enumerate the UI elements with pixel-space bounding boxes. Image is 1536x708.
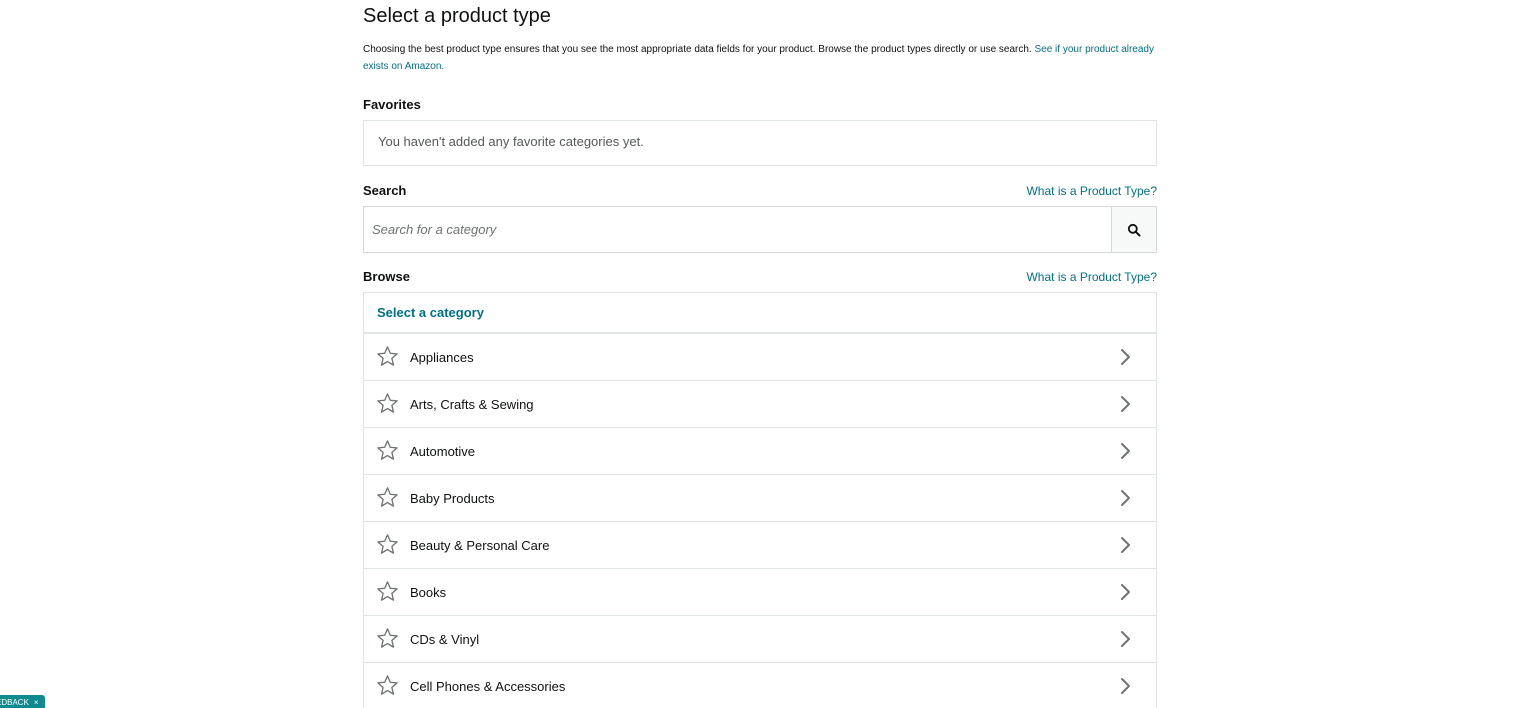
favorites-empty-text: You haven't added any favorite categorie… — [378, 134, 644, 149]
search-input[interactable] — [364, 207, 1111, 252]
browse-label: Browse — [363, 269, 410, 284]
browse-header: Select a category — [364, 293, 1156, 334]
chevron-right-icon — [1121, 584, 1130, 600]
favorite-star-icon[interactable] — [376, 345, 399, 368]
feedback-close-icon[interactable]: × — [34, 698, 39, 707]
chevron-right-icon — [1121, 678, 1130, 694]
feedback-label: EDBACK — [0, 698, 29, 707]
category-row[interactable]: Automotive — [364, 428, 1156, 475]
search-button[interactable] — [1111, 207, 1156, 252]
search-label: Search — [363, 183, 407, 198]
category-label: Automotive — [410, 444, 476, 459]
category-row[interactable]: Beauty & Personal Care — [364, 522, 1156, 569]
browse-panel: Select a category Appliances Arts, Crafts… — [363, 292, 1157, 708]
chevron-right-icon — [1121, 349, 1130, 365]
favorite-star-icon[interactable] — [376, 533, 399, 556]
product-type-page: Select a product type Choosing the best … — [0, 0, 1536, 708]
favorites-box: You haven't added any favorite categorie… — [363, 120, 1157, 166]
category-label: CDs & Vinyl — [410, 632, 480, 647]
chevron-right-icon — [1121, 443, 1130, 459]
feedback-tab[interactable]: EDBACK × — [0, 695, 45, 708]
category-row[interactable]: Books — [364, 569, 1156, 616]
chevron-right-icon — [1121, 490, 1130, 506]
favorites-label: Favorites — [363, 97, 421, 112]
chevron-right-icon — [1121, 631, 1130, 647]
favorite-star-icon[interactable] — [376, 627, 399, 650]
category-row[interactable]: Baby Products — [364, 475, 1156, 522]
intro-text: Choosing the best product type ensures t… — [363, 44, 1032, 55]
category-label: Cell Phones & Accessories — [410, 679, 566, 694]
chevron-right-icon — [1121, 537, 1130, 553]
search-icon — [1127, 223, 1141, 236]
category-row[interactable]: CDs & Vinyl — [364, 616, 1156, 663]
intro-paragraph: Choosing the best product type ensures t… — [363, 41, 1157, 75]
favorite-star-icon[interactable] — [376, 486, 399, 509]
category-row[interactable]: Cell Phones & Accessories — [364, 663, 1156, 708]
category-list: Appliances Arts, Crafts & Sewing Automotiv… — [364, 334, 1156, 708]
page-title: Select a product type — [363, 5, 551, 27]
category-row[interactable]: Arts, Crafts & Sewing — [364, 381, 1156, 428]
favorite-star-icon[interactable] — [376, 580, 399, 603]
category-label: Arts, Crafts & Sewing — [410, 397, 534, 412]
category-row[interactable]: Appliances — [364, 334, 1156, 381]
chevron-right-icon — [1121, 396, 1130, 412]
category-label: Baby Products — [410, 491, 495, 506]
browse-product-type-help-link[interactable]: What is a Product Type? — [1026, 270, 1157, 284]
search-bar — [363, 206, 1157, 253]
category-label: Appliances — [410, 350, 474, 365]
favorite-star-icon[interactable] — [376, 392, 399, 415]
category-label: Books — [410, 585, 447, 600]
select-category-breadcrumb[interactable]: Select a category — [377, 305, 484, 320]
category-label: Beauty & Personal Care — [410, 538, 550, 553]
favorite-star-icon[interactable] — [376, 439, 399, 462]
favorite-star-icon[interactable] — [376, 674, 399, 697]
search-product-type-help-link[interactable]: What is a Product Type? — [1026, 184, 1157, 198]
